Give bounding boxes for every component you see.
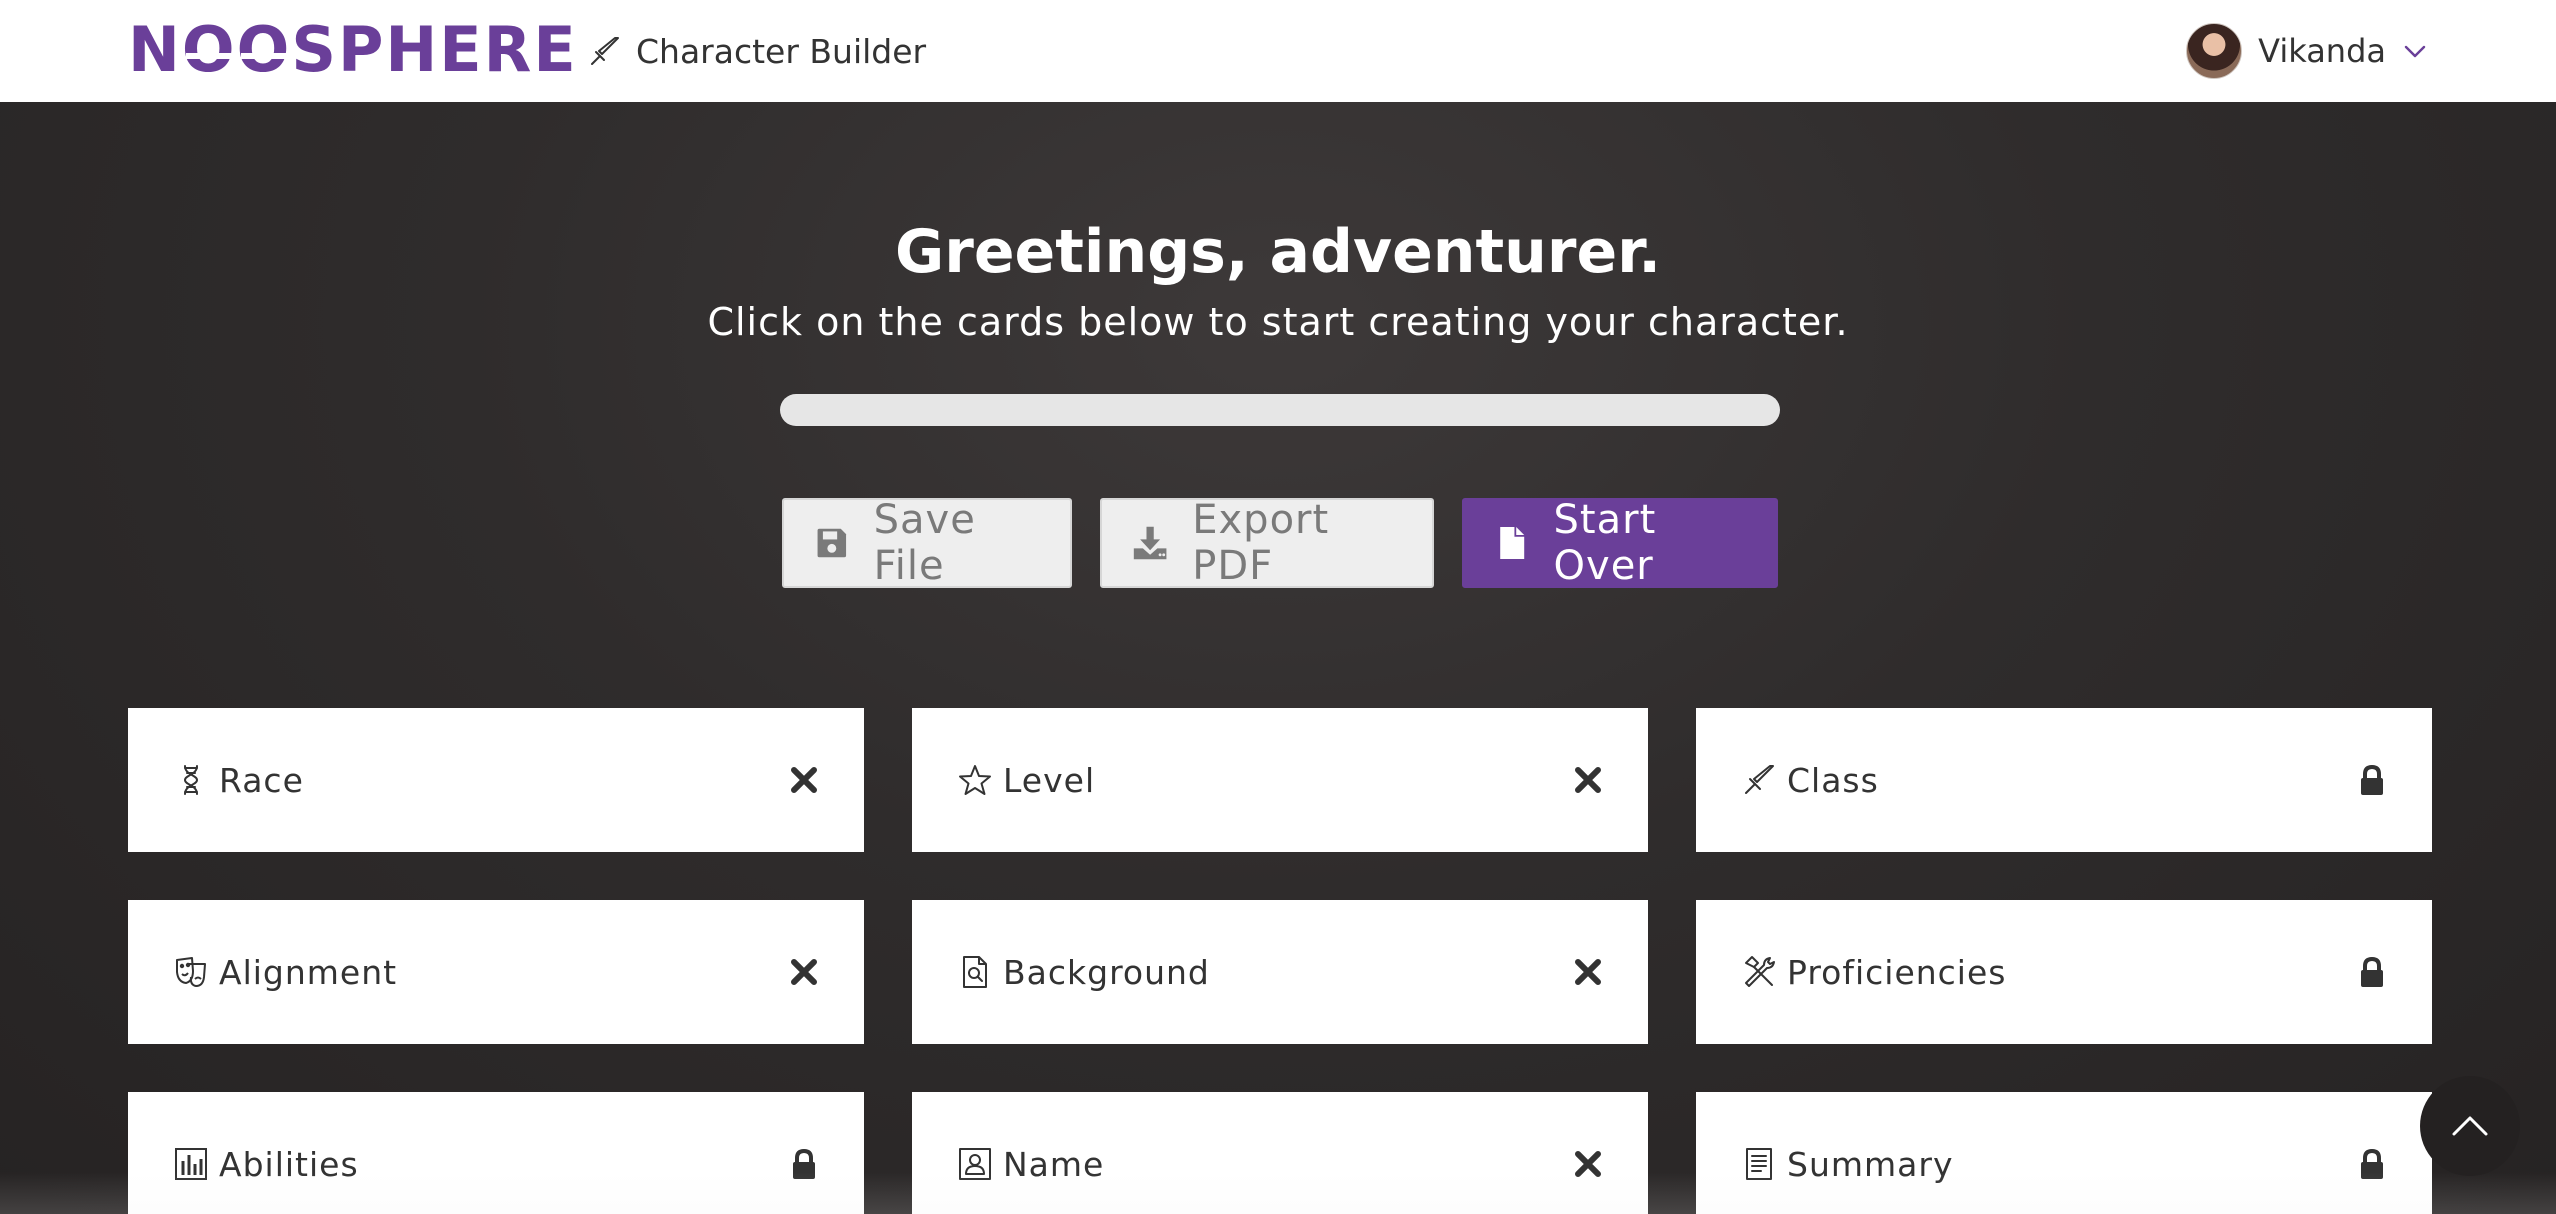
page-subtitle: Click on the cards below to start creati…	[707, 300, 1849, 344]
export-pdf-button[interactable]: Export PDF	[1100, 497, 1434, 589]
close-icon[interactable]	[788, 956, 820, 988]
document-icon	[1746, 1148, 1772, 1180]
close-icon[interactable]	[1572, 764, 1604, 796]
card-label: Abilities	[219, 1144, 359, 1184]
chevron-down-icon	[2404, 45, 2426, 58]
action-buttons: Save File Export PDF Start Over	[782, 497, 1778, 589]
user-name: Vikanda	[2258, 32, 2386, 70]
chevron-up-icon	[2452, 1116, 2488, 1136]
card-name[interactable]: Name	[912, 1092, 1648, 1214]
floppy-disk-icon	[817, 528, 847, 558]
star-icon	[959, 765, 991, 795]
card-label: Race	[219, 760, 304, 800]
scroll-to-top-button[interactable]	[2420, 1076, 2520, 1176]
app-name-link[interactable]: Character Builder	[588, 28, 926, 74]
file-search-icon	[963, 956, 987, 988]
dna-icon	[183, 765, 199, 795]
theater-masks-icon	[176, 957, 206, 987]
start-over-label: Start Over	[1553, 497, 1657, 589]
export-pdf-label: Export PDF	[1192, 497, 1330, 589]
dagger-icon	[1745, 765, 1774, 794]
card-label: Name	[1003, 1144, 1105, 1184]
lock-icon	[2361, 1148, 2383, 1179]
card-class[interactable]: Class	[1696, 708, 2432, 852]
lock-icon	[2361, 956, 2383, 987]
card-proficiencies[interactable]: Proficiencies	[1696, 900, 2432, 1044]
card-abilities[interactable]: Abilities	[128, 1092, 864, 1214]
bar-chart-icon	[175, 1148, 207, 1180]
dagger-icon	[591, 37, 619, 65]
noosphere-logo[interactable]: N O O SPHERE	[128, 19, 578, 81]
tools-icon	[1745, 956, 1775, 987]
progress-bar	[780, 394, 1780, 426]
user-menu[interactable]: Vikanda	[2186, 22, 2428, 80]
close-icon[interactable]	[1572, 1148, 1604, 1180]
card-label: Proficiencies	[1787, 952, 2007, 992]
page-title: Greetings, adventurer.	[895, 217, 1661, 287]
avatar	[2186, 23, 2243, 79]
close-icon[interactable]	[788, 764, 820, 796]
app-name-label: Character Builder	[636, 31, 927, 71]
card-label: Background	[1003, 952, 1210, 992]
lock-icon	[793, 1148, 815, 1179]
start-over-button[interactable]: Start Over	[1462, 497, 1778, 589]
card-race[interactable]: Race	[128, 708, 864, 852]
id-card-icon	[959, 1148, 991, 1180]
card-level[interactable]: Level	[912, 708, 1648, 852]
download-icon	[1133, 526, 1167, 560]
save-file-label: Save File	[873, 497, 976, 589]
file-icon	[1500, 527, 1525, 559]
top-navbar: N O O SPHERE Character Builder Vikanda	[0, 0, 2556, 102]
card-alignment[interactable]: Alignment	[128, 900, 864, 1044]
card-summary[interactable]: Summary	[1696, 1092, 2432, 1214]
card-label: Class	[1787, 760, 1879, 800]
card-label: Level	[1003, 760, 1096, 800]
card-label: Summary	[1787, 1144, 1954, 1184]
lock-icon	[2361, 764, 2383, 795]
card-label: Alignment	[219, 952, 398, 992]
card-background[interactable]: Background	[912, 900, 1648, 1044]
save-file-button[interactable]: Save File	[782, 497, 1072, 589]
close-icon[interactable]	[1572, 956, 1604, 988]
